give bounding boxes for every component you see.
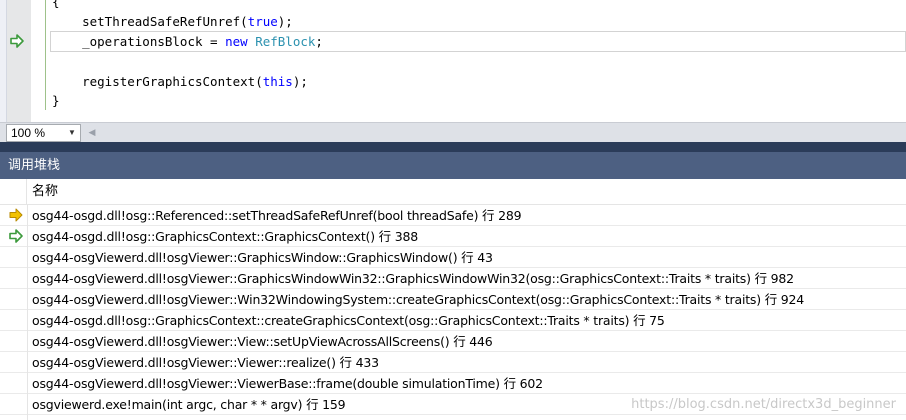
column-header-name[interactable]: 名称 (32, 179, 58, 205)
call-stack-frame-text: osg44-osgViewerd.dll!osgViewer::Graphics… (32, 271, 794, 286)
chevron-down-icon[interactable]: ▼ (66, 125, 78, 141)
call-stack-frame-text: osg44-osgd.dll!osg::Referenced::setThrea… (32, 208, 522, 223)
code-text: } (52, 93, 60, 108)
call-stack-row[interactable]: osg44-osgd.dll!osg::GraphicsContext::Gra… (0, 226, 906, 247)
call-stack-row[interactable]: osg44-osgViewerd.dll!osgViewer::ViewerBa… (0, 373, 906, 394)
code-keyword: this (262, 74, 293, 89)
green-return-arrow-icon (10, 34, 24, 48)
code-type: RefBlock (255, 34, 316, 49)
code-text: ); (277, 14, 293, 29)
marker-column-header (0, 179, 27, 205)
code-keyword: new (225, 34, 248, 49)
code-line[interactable]: setThreadSafeRefUnref(true); (52, 12, 293, 32)
call-stack-row[interactable]: osg44-osgViewerd.dll!osgViewer::Win32Win… (0, 289, 906, 310)
outlining-rule (45, 0, 46, 110)
call-stack-row[interactable]: osg44-osgViewerd.dll!osgViewer::Viewer::… (0, 352, 906, 373)
call-stack-frame-text: osg44-osgViewerd.dll!osgViewer::View::se… (32, 334, 493, 349)
code-line[interactable]: registerGraphicsContext(this); (52, 72, 308, 92)
code-text: _operationsBlock = (52, 34, 226, 49)
call-stack-row[interactable]: osg44-osgViewerd.dll!osgViewer::Graphics… (0, 247, 906, 268)
call-stack-row[interactable]: osg44-osgViewerd.dll!osgViewer::Graphics… (0, 268, 906, 289)
current-frame-arrow-icon (8, 207, 24, 223)
call-stack-title: 调用堆栈 (8, 158, 61, 173)
code-keyword: true (247, 14, 278, 29)
zoom-value: 100 % (11, 126, 46, 140)
call-stack-rows: osg44-osgd.dll!osg::Referenced::setThrea… (0, 205, 906, 415)
call-stack-column-header: 名称 (0, 179, 906, 205)
code-line[interactable]: { (52, 0, 60, 12)
panel-splitter[interactable] (0, 142, 906, 152)
call-stack-titlebar[interactable]: 调用堆栈 (0, 152, 906, 179)
code-text: { (52, 0, 60, 9)
marker-column-divider (27, 205, 28, 420)
zoom-select[interactable]: 100 % ▼ (6, 124, 81, 142)
code-line[interactable]: _operationsBlock = new RefBlock; (52, 32, 323, 52)
indicator-margin[interactable] (7, 0, 31, 122)
code-text: ; (315, 34, 323, 49)
call-stack-frame-text: osg44-osgViewerd.dll!osgViewer::Viewer::… (32, 355, 379, 370)
call-stack-frame-text: osgviewerd.exe!main(int argc, char * * a… (32, 397, 346, 412)
code-editor[interactable]: { setThreadSafeRefUnref(true); _operatio… (0, 0, 906, 122)
scroll-left-icon[interactable]: ◀ (86, 126, 98, 140)
call-stack-frame-text: osg44-osgd.dll!osg::GraphicsContext::Gra… (32, 229, 418, 244)
call-stack-frame-text: osg44-osgViewerd.dll!osgViewer::Win32Win… (32, 292, 805, 307)
code-text: registerGraphicsContext( (52, 74, 263, 89)
code-text: ); (292, 74, 308, 89)
return-frame-arrow-icon (8, 228, 24, 244)
call-stack-frame-text: osg44-osgViewerd.dll!osgViewer::Graphics… (32, 250, 493, 265)
code-text: setThreadSafeRefUnref( (52, 14, 248, 29)
call-stack-frame-text: osg44-osgViewerd.dll!osgViewer::ViewerBa… (32, 376, 543, 391)
call-stack-row[interactable]: osg44-osgViewerd.dll!osgViewer::View::se… (0, 331, 906, 352)
call-stack-row[interactable]: osg44-osgd.dll!osg::Referenced::setThrea… (0, 205, 906, 226)
code-line[interactable]: } (52, 91, 60, 111)
watermark: https://blog.csdn.net/directx3d_beginner (631, 397, 896, 412)
call-stack-row[interactable]: osg44-osgd.dll!osg::GraphicsContext::cre… (0, 310, 906, 331)
call-stack-frame-text: osg44-osgd.dll!osg::GraphicsContext::cre… (32, 313, 665, 328)
selection-margin[interactable] (0, 0, 7, 122)
call-stack-window: 调用堆栈 名称 osg44-osgd.dll!osg::Referenced::… (0, 152, 906, 420)
outlining-margin (31, 0, 45, 122)
editor-zoom-bar: 100 % ▼ ◀ (0, 122, 906, 142)
